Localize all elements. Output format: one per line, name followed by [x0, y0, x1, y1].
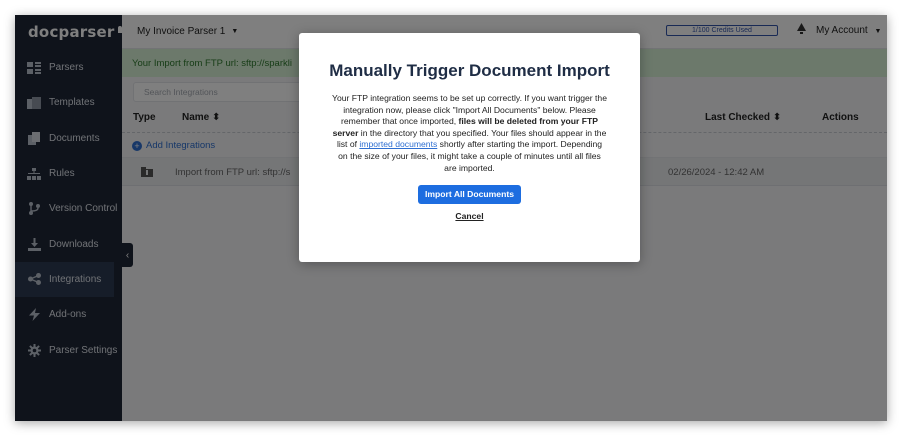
imported-documents-link[interactable]: imported documents	[359, 139, 437, 149]
app-window: docparser Parsers Templates Documents	[15, 15, 887, 421]
dialog-message: Your FTP integration seems to be set up …	[332, 93, 607, 174]
import-all-documents-button[interactable]: Import All Documents	[418, 185, 521, 205]
import-dialog: Manually Trigger Document Import Your FT…	[299, 33, 640, 262]
cancel-button[interactable]: Cancel	[299, 211, 640, 221]
dialog-title: Manually Trigger Document Import	[329, 61, 610, 80]
